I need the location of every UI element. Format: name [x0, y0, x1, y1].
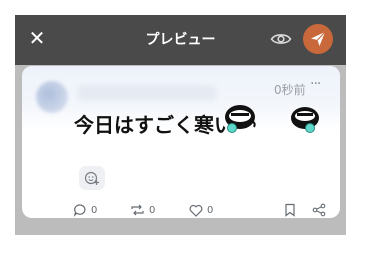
repost-count: 0 — [149, 204, 156, 216]
shivering-sticker-icon — [291, 107, 319, 133]
share-icon — [312, 203, 326, 217]
post-timestamp: 0秒前 — [274, 83, 306, 97]
shivering-sticker-icon — [225, 105, 256, 133]
like-count: 0 — [207, 204, 214, 216]
avatar — [36, 81, 68, 113]
page-title: プレビュー — [145, 32, 216, 48]
emoji-plus-icon — [84, 171, 99, 185]
send-icon — [311, 31, 326, 46]
repost-icon — [131, 204, 144, 216]
reply-button[interactable]: 0 — [73, 202, 97, 218]
reply-icon — [73, 204, 86, 217]
top-bar: ✕ プレビュー — [15, 15, 346, 65]
eye-icon[interactable] — [270, 30, 292, 48]
action-bar: 0 0 0 — [22, 202, 340, 218]
bookmark-button[interactable] — [284, 202, 296, 218]
preview-screen: ✕ プレビュー 0秒前 ··· 今日はすごく寒い 0 0 0 — [15, 15, 346, 235]
post-card: 0秒前 ··· 今日はすごく寒い 0 0 0 — [22, 66, 340, 218]
heart-icon — [189, 204, 203, 217]
bookmark-icon — [285, 203, 295, 217]
send-button[interactable] — [303, 24, 333, 54]
more-options-icon[interactable]: ··· — [310, 76, 321, 92]
share-button[interactable] — [312, 202, 326, 218]
post-text: 今日はすごく寒い — [74, 113, 234, 137]
add-reaction-button[interactable] — [79, 166, 105, 190]
blurred-username — [77, 85, 217, 101]
reply-count: 0 — [91, 204, 98, 216]
repost-button[interactable]: 0 — [130, 202, 155, 218]
like-button[interactable]: 0 — [189, 202, 213, 218]
